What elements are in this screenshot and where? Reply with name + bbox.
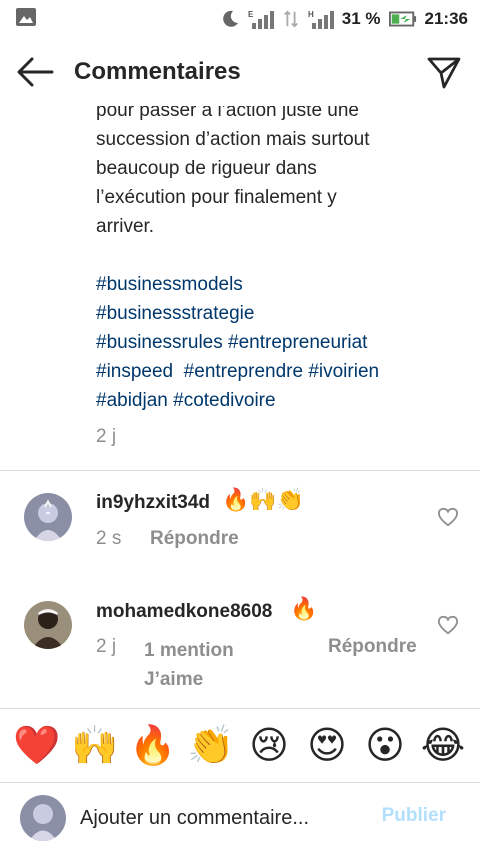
comment-username[interactable]: mohamedkone8608 [96,601,272,623]
svg-text:E: E [248,10,254,19]
emoji-clapping[interactable]: 👏 [187,722,234,768]
post-caption: pour passer à l’action juste une success… [96,96,436,415]
header: Commentaires [0,38,480,106]
mention-like-label[interactable]: 1 mention J’aime [144,636,234,694]
svg-text:H: H [308,10,314,19]
reply-button[interactable]: Répondre [150,528,239,550]
comment-timestamp: 2 j [96,636,117,657]
emoji-crying[interactable]: 😢 [246,722,292,768]
emoji-laughing[interactable]: 😂 [420,722,466,768]
comment-timestamp: 2 s [96,528,122,549]
back-arrow-icon[interactable] [16,56,54,88]
moon-icon [222,10,238,27]
emoji-quick-bar: ❤️ 🙌 🔥 👏 😢 😍 😮 😂 [0,708,480,782]
battery-charging-icon [388,11,416,27]
heart-icon[interactable] [437,615,459,635]
battery-percent: 31 % [341,9,381,28]
divider [0,470,480,471]
emoji-fire[interactable]: 🔥 [129,722,176,768]
caption-text: pour passer à l’action juste une success… [96,100,370,237]
caption-timestamp: 2 j [96,426,117,447]
gallery-icon [16,8,36,26]
comment-emojis: 🔥 [290,597,318,622]
comment-emojis: 🔥🙌👏 [222,488,305,513]
data-arrows-icon [283,10,298,28]
avatar[interactable] [24,601,72,649]
page-title: Commentaires [74,58,241,85]
signal-h-icon: H [308,10,334,29]
publish-button[interactable]: Publier [382,805,446,827]
status-bar: E H 31 % 21:36 [0,0,480,38]
comment-username[interactable]: in9yhzxit34d [96,492,210,514]
avatar[interactable] [24,493,72,541]
heart-icon[interactable] [437,507,459,527]
clock: 21:36 [424,9,468,28]
emoji-heart-eyes[interactable]: 😍 [304,722,350,768]
signal-e-icon: E [248,10,274,29]
reply-button[interactable]: Répondre [328,636,417,658]
caption-hashtags[interactable]: #businessmodels #businessstrategie #busi… [96,270,436,415]
comment-input[interactable] [80,803,360,833]
emoji-heart[interactable]: ❤️ [13,722,60,768]
avatar [20,795,66,841]
emoji-surprised[interactable]: 😮 [362,722,408,768]
comment-composer: Publier [0,783,480,854]
emoji-raised-hands[interactable]: 🙌 [71,722,118,768]
send-icon[interactable] [426,54,462,90]
